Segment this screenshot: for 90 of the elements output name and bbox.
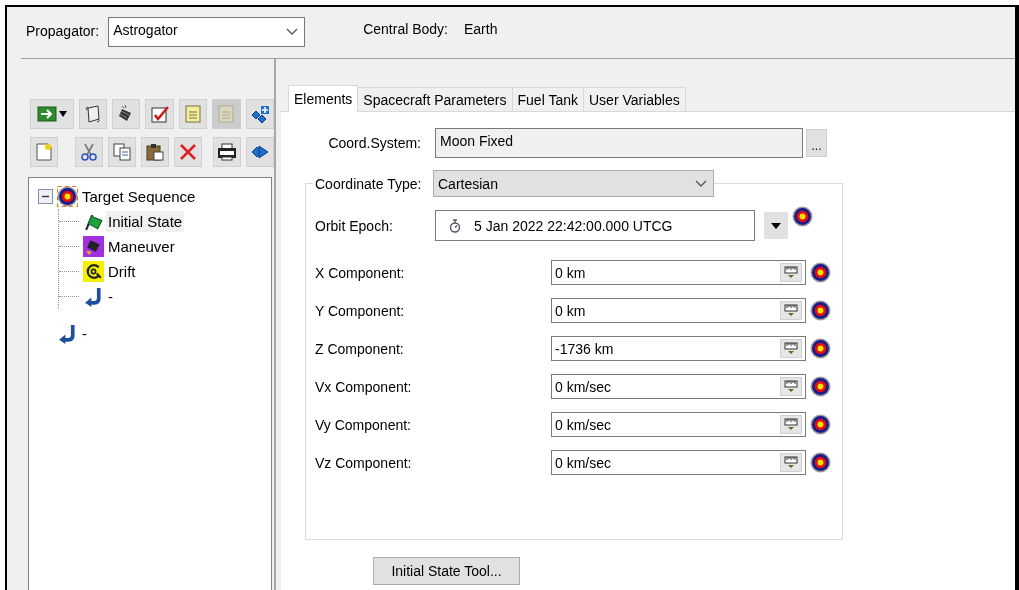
- field-label: Y Component:: [315, 302, 406, 319]
- coord-system-field[interactable]: Moon Fixed: [435, 128, 803, 158]
- propagator-label: Propagator:: [26, 23, 100, 39]
- field-label: Coord.System:: [327, 135, 421, 151]
- field-value: 0 km: [555, 264, 586, 281]
- unit-button[interactable]: [780, 263, 802, 282]
- coordinate-type-dropdown[interactable]: Cartesian: [433, 170, 714, 197]
- tree-item[interactable]: Target Sequence: [80, 186, 198, 207]
- ruler-icon: [784, 266, 798, 279]
- field-value: 0 km: [555, 302, 586, 319]
- engine-icon: [83, 236, 104, 257]
- field-label: Orbit Epoch:: [315, 217, 394, 234]
- ruler-icon: [784, 380, 798, 393]
- initial-state-tool-button[interactable]: Initial State Tool...: [373, 557, 520, 585]
- ruler-icon: [784, 342, 798, 355]
- cubes-plus-icon: [249, 104, 270, 124]
- target-icon[interactable]: [810, 338, 831, 359]
- field-value: 0 km/sec: [555, 416, 611, 433]
- checkbox-icon: [149, 104, 170, 124]
- tree-item[interactable]: Drift: [106, 261, 138, 282]
- document-icon: [183, 104, 203, 124]
- target-icon[interactable]: [810, 376, 831, 397]
- toolbar-button[interactable]: [245, 99, 275, 129]
- return-arrow-icon: [57, 323, 78, 344]
- value-field[interactable]: 0 km: [551, 260, 806, 285]
- return-arrow-icon: [83, 286, 104, 307]
- field-value: -1736 km: [555, 340, 614, 357]
- epoch-value: 5 Jan 2022 22:42:00.000 UTCG: [474, 217, 673, 234]
- ruler-icon: [784, 304, 798, 317]
- toolbar-button[interactable]: [141, 137, 169, 167]
- dropdown-value: Astrogator: [113, 22, 178, 38]
- target-icon[interactable]: [810, 262, 831, 283]
- document-icon: [216, 104, 237, 124]
- chevron-down-icon: [695, 179, 707, 188]
- target-icon[interactable]: [792, 206, 813, 227]
- drift-icon: [83, 261, 104, 282]
- cubes-arrow-icon: [250, 142, 270, 162]
- tree-item[interactable]: -: [106, 286, 115, 307]
- ruler-icon: [784, 456, 798, 469]
- tab[interactable]: Spacecraft Parameters: [357, 87, 513, 111]
- target-icon: [57, 186, 78, 207]
- toolbar-button[interactable]: [111, 99, 141, 129]
- unit-button[interactable]: [780, 377, 802, 396]
- copy-icon: [112, 142, 132, 162]
- browse-button[interactable]: ...: [806, 129, 827, 157]
- field-value: 0 km/sec: [555, 454, 611, 471]
- printer-icon: [217, 142, 237, 162]
- stopwatch-icon: [448, 218, 462, 233]
- new-document-icon: [34, 142, 54, 162]
- delete-icon: [178, 142, 198, 162]
- central-body-label: Central Body:: [363, 21, 448, 37]
- toolbar-button[interactable]: [213, 137, 241, 167]
- collapse-icon[interactable]: [38, 189, 53, 204]
- central-body-value: Earth: [464, 21, 498, 37]
- field-label: X Component:: [315, 264, 406, 281]
- unit-button[interactable]: [780, 415, 802, 434]
- field-label: Z Component:: [315, 340, 405, 357]
- field-label: Coordinate Type:: [313, 175, 433, 192]
- value-field[interactable]: 0 km/sec: [551, 412, 806, 437]
- field-label: Vx Component:: [315, 378, 413, 395]
- clipboard-icon: [145, 142, 165, 162]
- unit-button[interactable]: [780, 339, 802, 358]
- target-icon[interactable]: [810, 300, 831, 321]
- ruler-icon: [784, 418, 798, 431]
- field-label: Vy Component:: [315, 416, 412, 433]
- orbit-epoch-field[interactable]: 5 Jan 2022 22:42:00.000 UTCG: [435, 210, 755, 241]
- field-value: 0 km/sec: [555, 378, 611, 395]
- value-field[interactable]: -1736 km: [551, 336, 806, 361]
- tab[interactable]: Elements: [288, 85, 359, 112]
- tree-item[interactable]: -: [80, 323, 89, 344]
- tab[interactable]: User Variables: [583, 87, 686, 111]
- dropdown-button[interactable]: [764, 212, 788, 239]
- scissors-icon: [79, 142, 99, 162]
- toolbar-button[interactable]: [78, 99, 107, 129]
- value-field[interactable]: 0 km: [551, 298, 806, 323]
- tree-item[interactable]: Initial State: [106, 211, 185, 232]
- dropdown-value: Cartesian: [438, 175, 498, 192]
- target-icon[interactable]: [810, 414, 831, 435]
- unit-button[interactable]: [780, 453, 802, 472]
- target-icon[interactable]: [810, 452, 831, 473]
- propagator-dropdown[interactable]: Astrogator: [108, 17, 306, 47]
- chevron-down-icon: [286, 28, 299, 36]
- caret-icon: [771, 222, 781, 229]
- unit-button[interactable]: [780, 301, 802, 320]
- toolbar-button[interactable]: [246, 137, 274, 167]
- value-field[interactable]: 0 km/sec: [551, 374, 806, 399]
- tree-item[interactable]: Maneuver: [106, 236, 177, 257]
- field-label: Vz Component:: [315, 454, 413, 471]
- value-field[interactable]: 0 km/sec: [551, 450, 806, 475]
- caret-icon: [58, 111, 67, 117]
